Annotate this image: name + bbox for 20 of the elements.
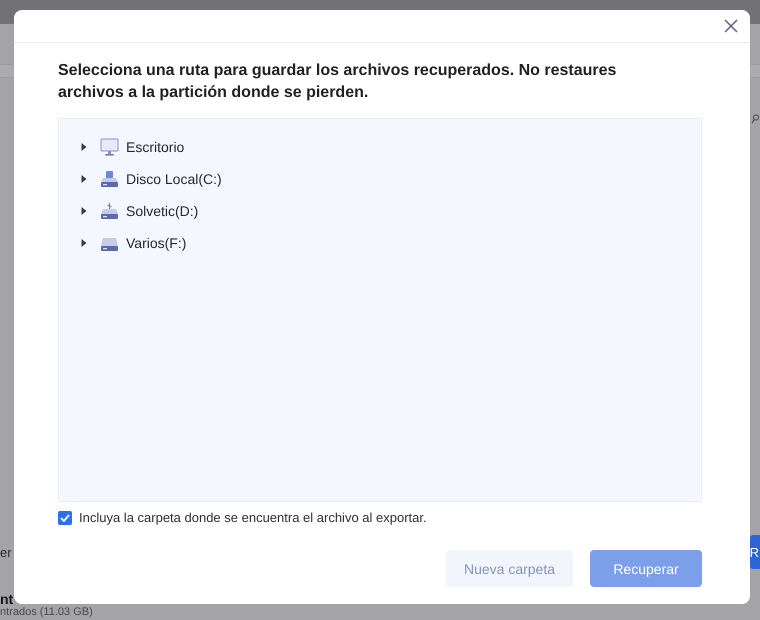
caret-right-icon[interactable] [81, 207, 87, 215]
checkbox[interactable] [58, 510, 72, 524]
background-status-text: ntrados (11.03 GB) [0, 605, 93, 619]
monitor-icon [100, 138, 119, 156]
background-text: nt [0, 591, 14, 607]
usb-drive-icon [100, 202, 119, 220]
hard-drive-icon [100, 170, 119, 188]
folder-tree-item[interactable]: Varios(F:) [79, 227, 194, 259]
background-text: er [0, 545, 12, 561]
close-icon [724, 19, 738, 33]
folder-tree-item[interactable]: Disco Local(C:) [79, 163, 230, 195]
close-button[interactable] [722, 17, 740, 35]
caret-right-icon[interactable] [81, 143, 87, 151]
folder-tree-item[interactable]: Escritorio [79, 131, 192, 163]
caret-right-icon[interactable] [81, 175, 87, 183]
checkbox-label: Incluya la carpeta donde se encuentra el archivo al exportar. [79, 510, 427, 525]
search-icon [751, 114, 759, 124]
caret-right-icon[interactable] [81, 239, 87, 247]
folder-tree-item[interactable]: Solvetic(D:) [79, 195, 206, 227]
dialog-title: Selecciona una ruta para guardar los archivos recuperados. No restaures archivos a la partición donde se pierden. [58, 61, 618, 103]
